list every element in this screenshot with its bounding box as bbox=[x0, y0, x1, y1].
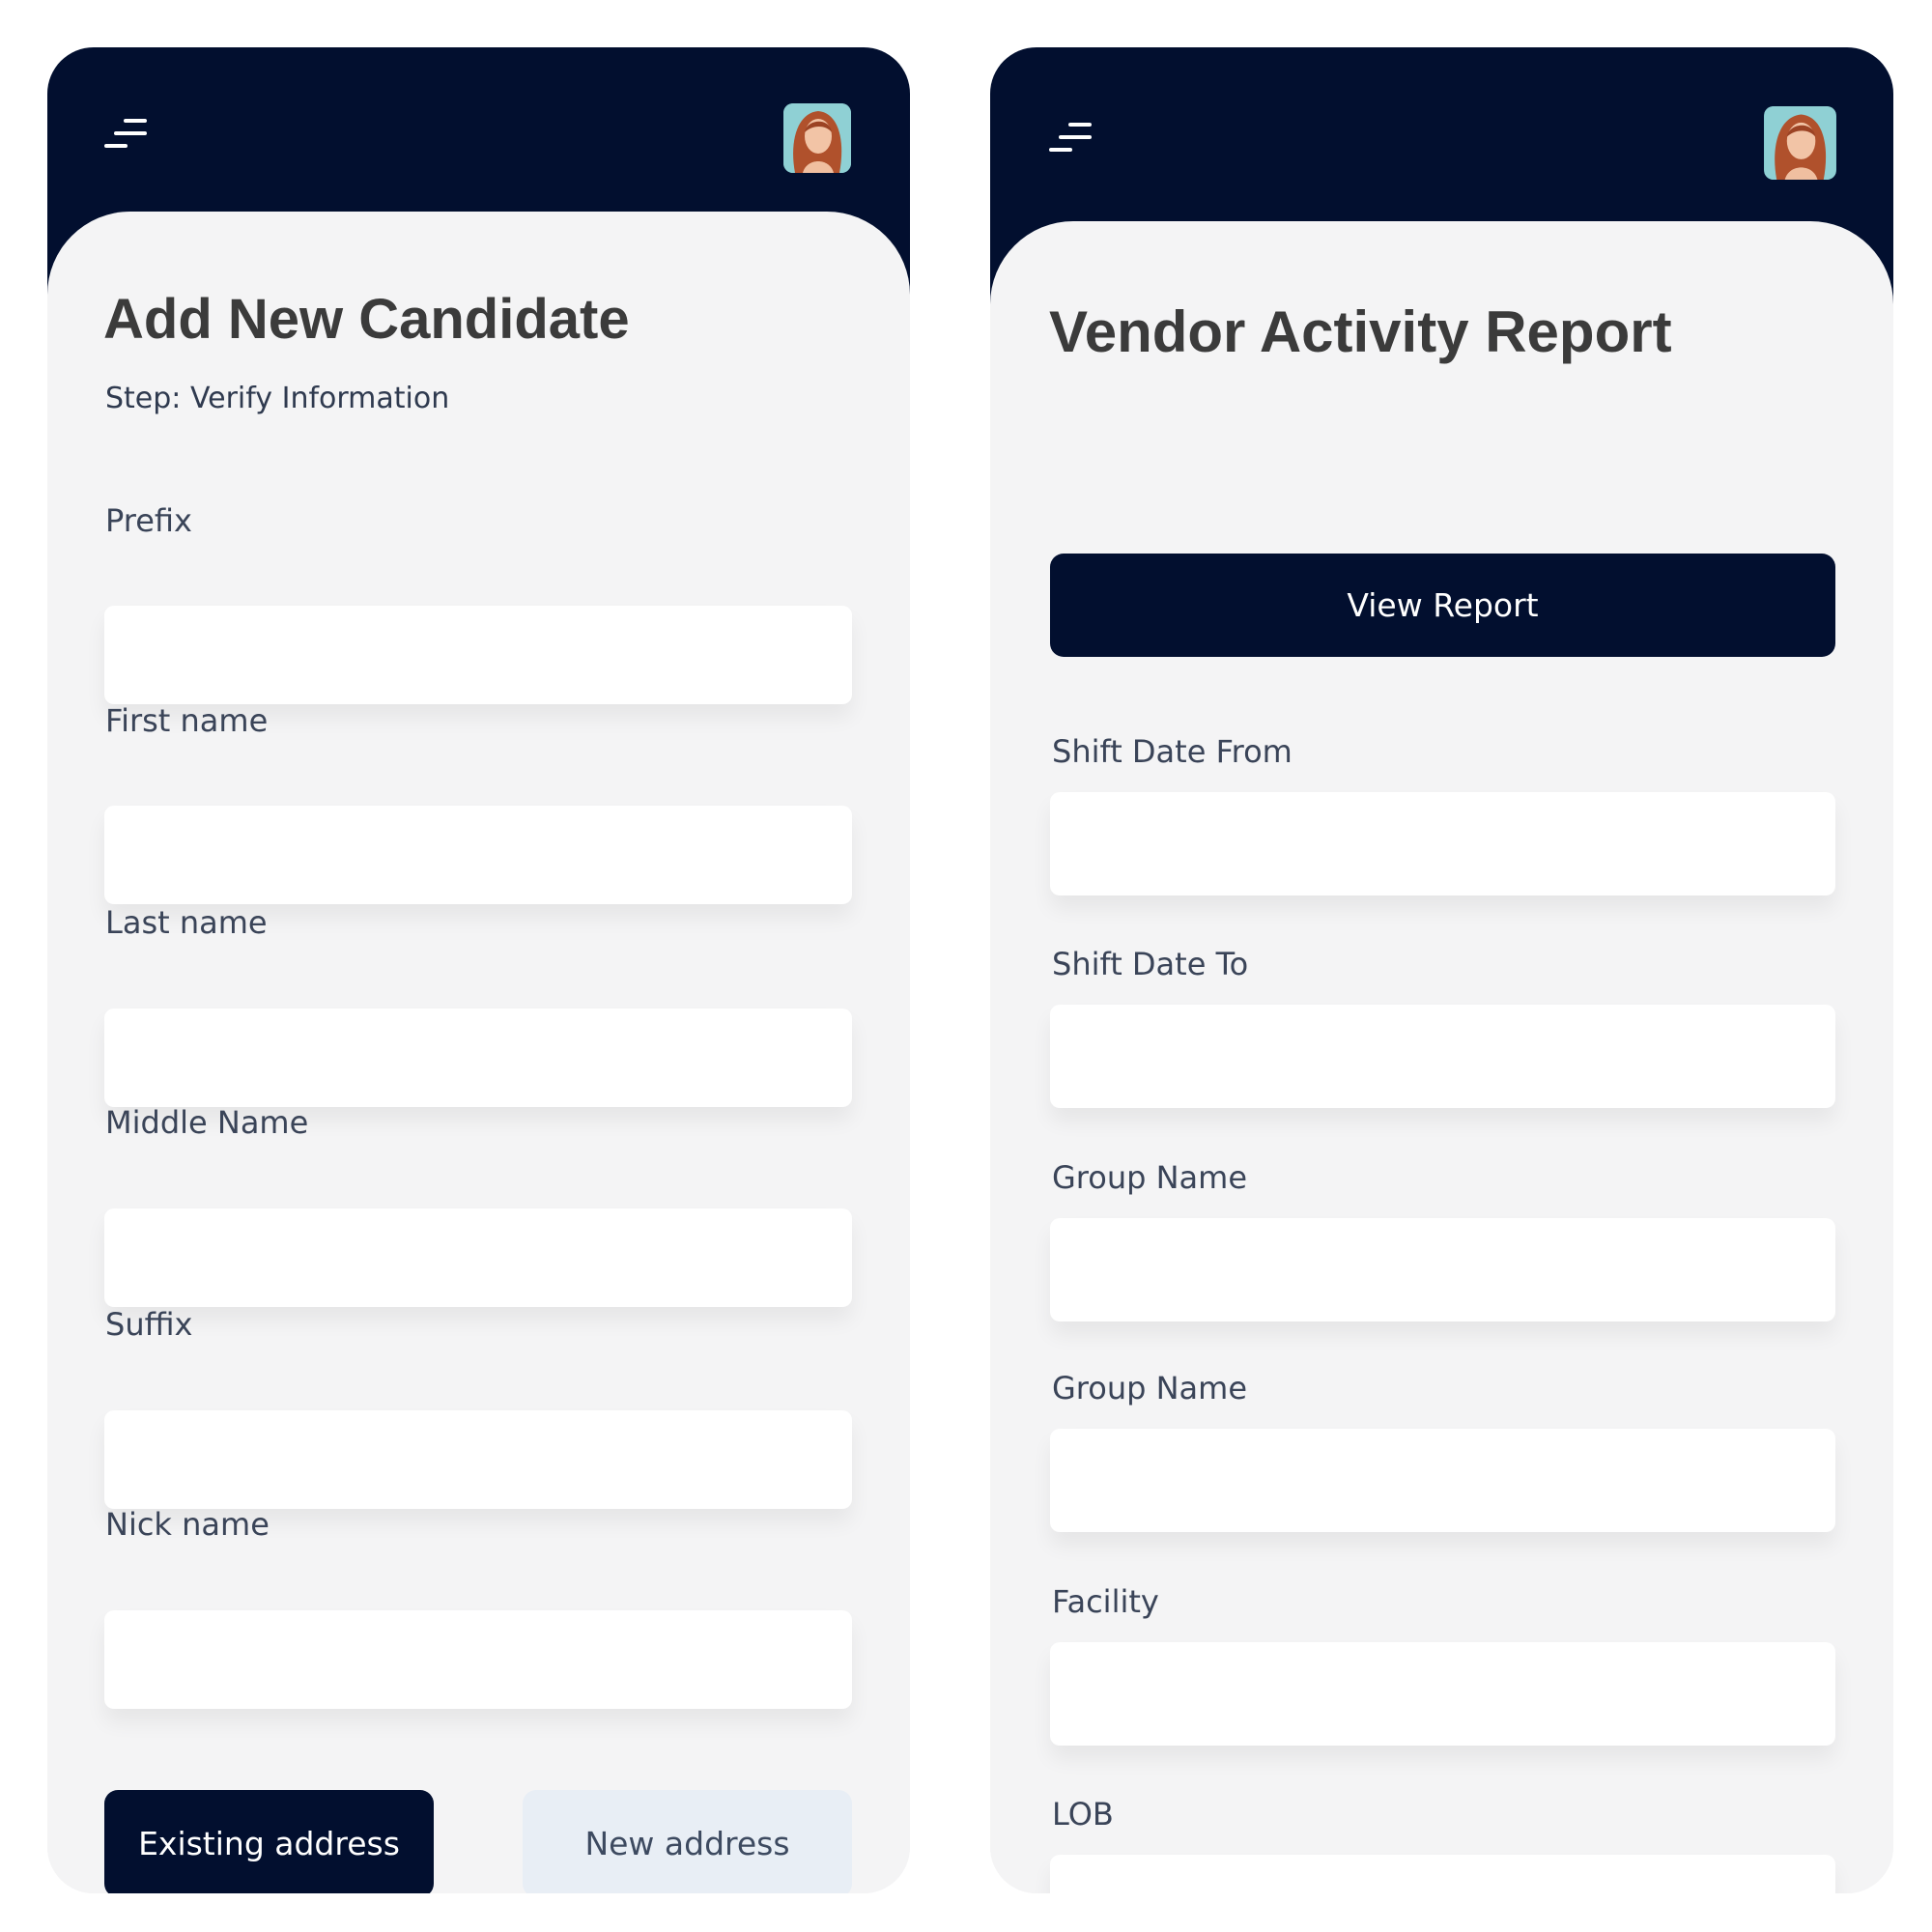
step-subtitle: Step: Verify Information bbox=[105, 382, 450, 415]
shift-date-to-input[interactable] bbox=[1050, 1005, 1835, 1108]
shift-date-to-label: Shift Date To bbox=[1052, 946, 1249, 982]
facility-label: Facility bbox=[1052, 1583, 1159, 1620]
prefix-input[interactable] bbox=[104, 606, 852, 704]
middle-name-label: Middle Name bbox=[105, 1104, 309, 1141]
form-sheet: Add New Candidate Step: Verify Informati… bbox=[47, 212, 910, 1893]
page-title: Vendor Activity Report bbox=[1049, 299, 1672, 364]
suffix-label: Suffix bbox=[105, 1306, 193, 1343]
avatar[interactable] bbox=[783, 103, 851, 173]
form-sheet: Vendor Activity Report View Report Shift… bbox=[990, 221, 1893, 1893]
group-name-label: Group Name bbox=[1052, 1159, 1247, 1196]
last-name-input[interactable] bbox=[104, 1009, 852, 1107]
lob-label: LOB bbox=[1052, 1796, 1114, 1833]
page-title: Add New Candidate bbox=[103, 288, 630, 351]
nick-name-label: Nick name bbox=[105, 1506, 270, 1543]
group-name-label-2: Group Name bbox=[1052, 1370, 1247, 1406]
view-report-button[interactable]: View Report bbox=[1050, 554, 1835, 657]
facility-input[interactable] bbox=[1050, 1642, 1835, 1746]
middle-name-input[interactable] bbox=[104, 1208, 852, 1307]
avatar[interactable] bbox=[1764, 106, 1836, 180]
prefix-label: Prefix bbox=[105, 502, 192, 539]
lob-input[interactable] bbox=[1050, 1855, 1835, 1893]
existing-address-button[interactable]: Existing address bbox=[104, 1790, 434, 1893]
report-screen: Vendor Activity Report View Report Shift… bbox=[990, 47, 1893, 1893]
candidate-screen: Add New Candidate Step: Verify Informati… bbox=[47, 47, 910, 1893]
first-name-label: First name bbox=[105, 702, 269, 739]
suffix-input[interactable] bbox=[104, 1410, 852, 1509]
last-name-label: Last name bbox=[105, 904, 268, 941]
new-address-button[interactable]: New address bbox=[523, 1790, 852, 1893]
menu-icon[interactable] bbox=[104, 119, 147, 157]
nick-name-input[interactable] bbox=[104, 1610, 852, 1709]
menu-icon[interactable] bbox=[1049, 123, 1092, 161]
group-name-input[interactable] bbox=[1050, 1218, 1835, 1321]
shift-date-from-input[interactable] bbox=[1050, 792, 1835, 895]
first-name-input[interactable] bbox=[104, 806, 852, 904]
shift-date-from-label: Shift Date From bbox=[1052, 733, 1293, 770]
group-name-input-2[interactable] bbox=[1050, 1429, 1835, 1532]
